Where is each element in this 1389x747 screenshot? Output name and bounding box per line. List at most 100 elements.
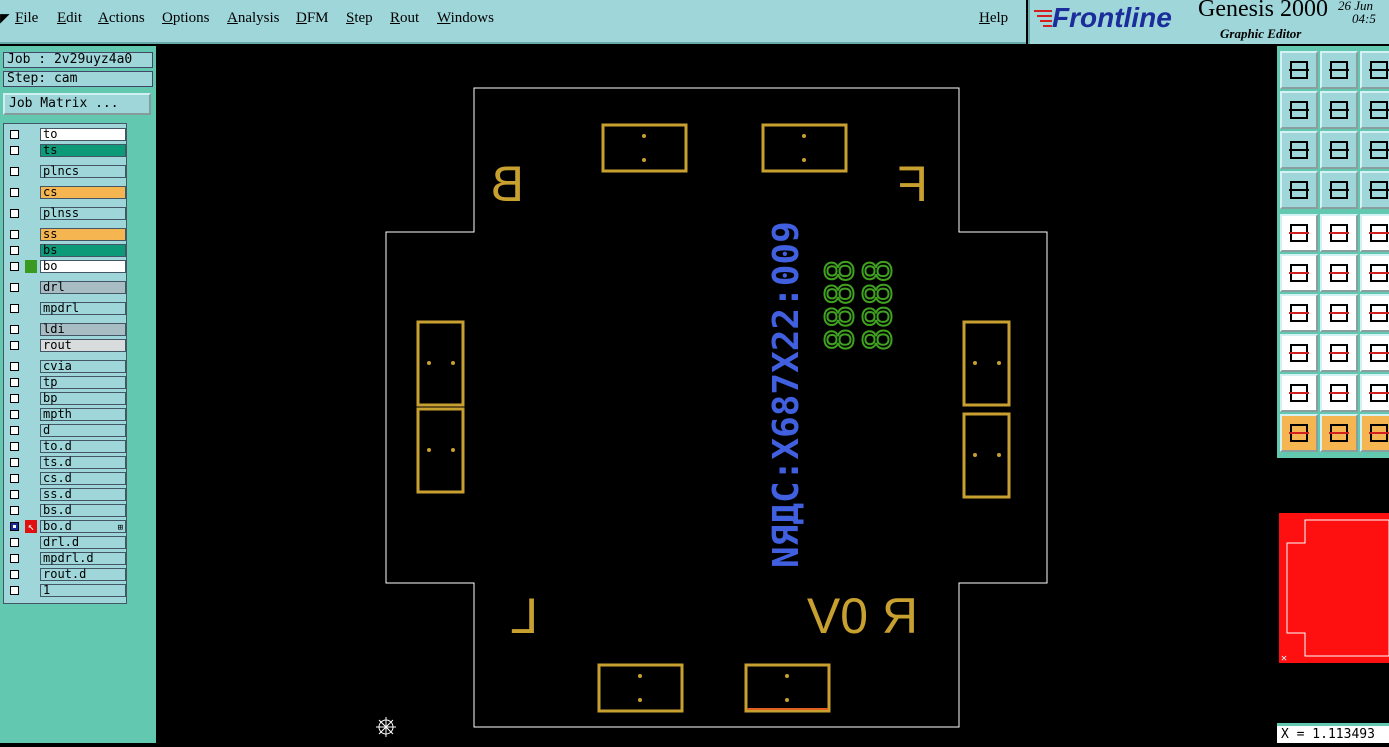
grid-button[interactable]: [1320, 171, 1358, 209]
layer-checkbox[interactable]: [10, 506, 19, 515]
snap-button[interactable]: [1360, 171, 1389, 209]
layer-row[interactable]: cvia: [7, 360, 127, 374]
cursor-select-button[interactable]: [1320, 414, 1358, 452]
move-button[interactable]: [1280, 334, 1318, 372]
layer-row[interactable]: mpth: [7, 408, 127, 422]
layer-row[interactable]: 1: [7, 584, 127, 598]
layer-row[interactable]: ts: [7, 144, 127, 158]
layer-row[interactable]: ts.d: [7, 456, 127, 470]
line-button[interactable]: [1280, 294, 1318, 332]
scale-button[interactable]: [1360, 131, 1389, 169]
layer-checkbox[interactable]: [10, 570, 19, 579]
layer-name[interactable]: mpdrl: [40, 302, 126, 315]
layer-row[interactable]: bo: [7, 260, 127, 274]
layer-checkbox[interactable]: [10, 188, 19, 197]
layer-checkbox[interactable]: [10, 230, 19, 239]
menu-step[interactable]: Step: [346, 10, 373, 27]
layer-list-scrollbar[interactable]: [129, 123, 153, 604]
layer-checkbox[interactable]: [10, 362, 19, 371]
overview-map[interactable]: ✕: [1277, 458, 1389, 723]
layer-checkbox[interactable]: [10, 209, 19, 218]
layer-checkbox[interactable]: [10, 262, 19, 271]
layer-row[interactable]: plncs: [7, 165, 127, 179]
layer-checkbox[interactable]: [10, 410, 19, 419]
layer-row[interactable]: rout.d: [7, 568, 127, 582]
layer-checkbox[interactable]: [10, 538, 19, 547]
triangle-button[interactable]: [1280, 374, 1318, 412]
layer-checkbox[interactable]: [10, 474, 19, 483]
pcb-view[interactable]: B F L R 0V NЯДC:X687X22:009 8888 8888: [156, 46, 1277, 743]
up-button[interactable]: [1280, 51, 1318, 89]
triangle-alt-button[interactable]: [1360, 374, 1389, 412]
layer-name[interactable]: bp: [40, 392, 126, 405]
layer-name[interactable]: ss: [40, 228, 126, 241]
layer-row[interactable]: to: [7, 128, 127, 142]
menu-edit[interactable]: Edit: [57, 10, 82, 27]
layer-name[interactable]: cvia: [40, 360, 126, 373]
layer-row[interactable]: rout: [7, 339, 127, 353]
layer-name[interactable]: bo: [40, 260, 126, 273]
left-button[interactable]: [1280, 91, 1318, 129]
layer-name[interactable]: rout.d: [40, 568, 126, 581]
layer-row[interactable]: cs.d: [7, 472, 127, 486]
layer-row[interactable]: plnss: [7, 207, 127, 221]
layer-name[interactable]: ts.d: [40, 456, 126, 469]
layer-name[interactable]: bs: [40, 244, 126, 257]
layer-checkbox[interactable]: [10, 426, 19, 435]
rotate-button[interactable]: [1360, 294, 1389, 332]
layer-row[interactable]: tp: [7, 376, 127, 390]
fit-button[interactable]: [1280, 131, 1318, 169]
split-button[interactable]: [1320, 334, 1358, 372]
layer-checkbox[interactable]: [10, 490, 19, 499]
layer-name[interactable]: mpth: [40, 408, 126, 421]
layer-name[interactable]: mpdrl.d: [40, 552, 126, 565]
home-button[interactable]: [1360, 51, 1389, 89]
connect-button[interactable]: [1280, 254, 1318, 292]
layer-checkbox[interactable]: [10, 586, 19, 595]
layer-name[interactable]: 1: [40, 584, 126, 597]
window-menu-icon[interactable]: ◤: [0, 8, 10, 27]
layer-checkbox[interactable]: [10, 522, 19, 531]
layer-checkbox[interactable]: [10, 325, 19, 334]
layer-row[interactable]: bs: [7, 244, 127, 258]
layer-name[interactable]: d: [40, 424, 126, 437]
layer-row[interactable]: ss.d: [7, 488, 127, 502]
layer-name[interactable]: bs.d: [40, 504, 126, 517]
layer-name[interactable]: cs: [40, 186, 126, 199]
layer-name[interactable]: ldi: [40, 323, 126, 336]
menu-rout[interactable]: Rout: [390, 10, 419, 27]
menu-analysis[interactable]: Analysis: [227, 10, 280, 27]
layer-checkbox[interactable]: [10, 246, 19, 255]
layer-checkbox[interactable]: [10, 130, 19, 139]
layer-checkbox[interactable]: [10, 167, 19, 176]
select-button[interactable]: [1280, 214, 1318, 252]
menu-actions[interactable]: Actions: [98, 10, 145, 27]
cross-button[interactable]: [1320, 254, 1358, 292]
layer-checkbox[interactable]: [10, 394, 19, 403]
layer-row[interactable]: cs: [7, 186, 127, 200]
add-button[interactable]: [1360, 254, 1389, 292]
menu-file[interactable]: File: [15, 10, 38, 27]
menu-windows[interactable]: Windows: [437, 10, 494, 27]
layer-row[interactable]: drl.d: [7, 536, 127, 550]
layer-row[interactable]: mpdrl.d: [7, 552, 127, 566]
edit-button[interactable]: [1320, 214, 1358, 252]
layer-name[interactable]: tp: [40, 376, 126, 389]
down-button[interactable]: [1320, 51, 1358, 89]
layer-options-icon[interactable]: ⊞: [118, 523, 123, 534]
layer-row[interactable]: ↖ bo.d ⊞: [7, 520, 127, 534]
layer-checkbox[interactable]: [10, 341, 19, 350]
center-button[interactable]: [1320, 131, 1358, 169]
layer-name[interactable]: rout: [40, 339, 126, 352]
cursor-button[interactable]: [1280, 414, 1318, 452]
menu-options[interactable]: Options: [162, 10, 210, 27]
layer-name[interactable]: drl.d: [40, 536, 126, 549]
layer-row[interactable]: ss: [7, 228, 127, 242]
layer-name[interactable]: cs.d: [40, 472, 126, 485]
cursor-clock-button[interactable]: [1360, 414, 1389, 452]
triangle-up-button[interactable]: [1320, 374, 1358, 412]
layer-row[interactable]: to.d: [7, 440, 127, 454]
graphic-canvas[interactable]: B F L R 0V NЯДC:X687X22:009 8888 8888: [156, 46, 1277, 743]
layer-row[interactable]: mpdrl: [7, 302, 127, 316]
layer-checkbox[interactable]: [10, 283, 19, 292]
